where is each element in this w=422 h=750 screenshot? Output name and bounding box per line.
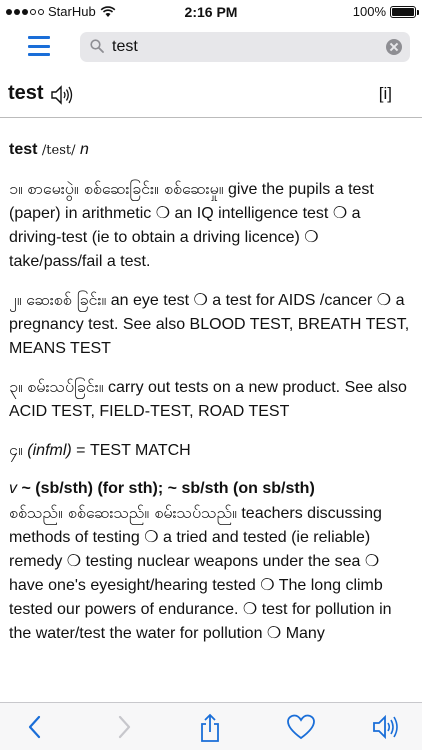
- search-input[interactable]: [112, 32, 372, 62]
- entry-pronunciation: /test/: [41, 143, 76, 158]
- nav-bar: [0, 24, 422, 70]
- verb-english: teachers discussing methods of testing ❍…: [9, 505, 392, 642]
- sense-1: ၁။ စာမေးပွဲ။ စစ်ဆေးခြင်း။ စစ်ဆေးမှု။ giv…: [9, 177, 413, 274]
- speaker-icon[interactable]: [50, 84, 74, 106]
- chevron-left-icon[interactable]: [24, 713, 48, 741]
- entry-heading: test /test/ n: [9, 138, 413, 163]
- verb-pattern: ~ (sb/sth) (for sth); ~ sb/sth (on sb/st…: [17, 480, 315, 497]
- battery-icon: [390, 5, 419, 18]
- bottom-toolbar: [0, 702, 422, 750]
- search-box[interactable]: [80, 32, 410, 62]
- sense-2: ၂။ ဆေးစစ် ခြင်း။ an eye test ❍ a test fo…: [9, 288, 413, 361]
- entry-pos: n: [79, 141, 89, 158]
- status-bar: StarHub 2:16 PM 100%: [0, 0, 422, 24]
- status-right: 100%: [352, 4, 419, 19]
- sense-3: ၃။ စမ်းသပ်ခြင်း။ carry out tests on a ne…: [9, 375, 413, 424]
- sense-number: ၁။: [9, 179, 23, 198]
- battery-percent: 100%: [352, 4, 386, 19]
- sense-myanmar: စမ်းသပ်ခြင်း။: [27, 377, 104, 396]
- chevron-right-icon[interactable]: [112, 713, 136, 741]
- verb-myanmar: စစ်သည်။ စစ်ဆေးသည်။ စမ်းသပ်သည်။: [9, 503, 237, 522]
- info-button[interactable]: [i]: [379, 84, 392, 104]
- speaker-icon[interactable]: [372, 713, 400, 741]
- sense-4: ၄။ (infml) = TEST MATCH: [9, 438, 413, 463]
- entry-headword: test: [9, 141, 38, 158]
- clear-icon[interactable]: [386, 39, 402, 55]
- verb-sense: v ~ (sb/sth) (for sth); ~ sb/sth (on sb/…: [9, 477, 413, 646]
- share-icon[interactable]: [198, 713, 222, 743]
- verb-pos: v: [9, 480, 17, 497]
- sense-number: ၂။: [9, 290, 22, 309]
- entry-content: test /test/ n ၁။ စာမေးပွဲ။ စစ်ဆေးခြင်း။ …: [0, 118, 422, 702]
- sense-number: ၄။: [9, 440, 23, 459]
- sense-number: ၃။: [9, 377, 23, 396]
- heart-icon[interactable]: [286, 713, 316, 741]
- headword-bar: test [i]: [0, 76, 422, 118]
- sense-register: (infml): [27, 442, 72, 459]
- page-title: test: [8, 82, 44, 104]
- search-icon: [90, 39, 104, 53]
- menu-icon[interactable]: [28, 36, 50, 56]
- sense-myanmar: ဆေးစစ် ခြင်း။: [26, 290, 107, 309]
- sense-english: = TEST MATCH: [71, 442, 191, 459]
- sense-myanmar: စာမေးပွဲ။ စစ်ဆေးခြင်း။ စစ်ဆေးမှု။: [27, 179, 224, 198]
